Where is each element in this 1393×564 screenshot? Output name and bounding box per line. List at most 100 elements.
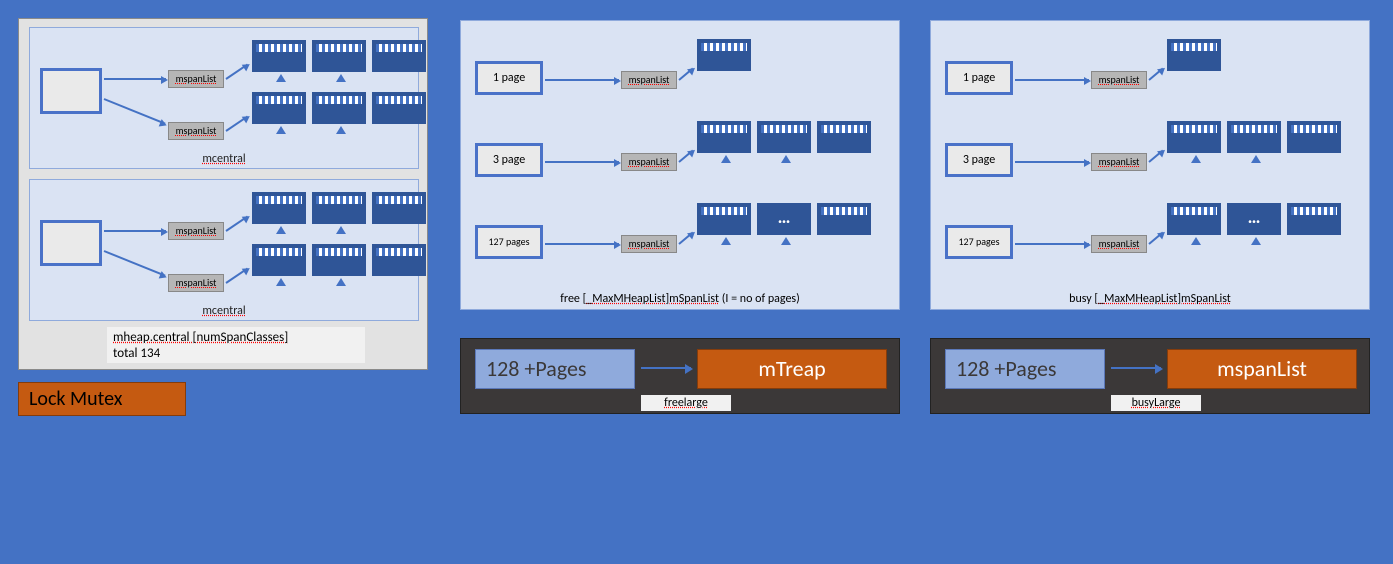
span-row	[252, 92, 426, 124]
footer-note: (I = no of pages)	[719, 292, 800, 306]
page-row-3: 3 page mspanList	[945, 121, 1355, 191]
mspan-block	[697, 39, 751, 71]
span-row: …	[697, 203, 871, 235]
mspan-block	[1287, 121, 1341, 153]
footer-suffix: ]mSpanList	[666, 292, 720, 306]
footer-const: _MaxMHeapList	[586, 292, 665, 306]
footer-const: _MaxMHeapList	[1098, 292, 1177, 306]
page-count-box: 1 page	[945, 61, 1013, 95]
arrow-icon	[225, 268, 248, 284]
arrow-icon	[1148, 68, 1163, 81]
triangle-icon	[336, 74, 346, 82]
mspan-block	[312, 244, 366, 276]
triangle-icon	[721, 155, 731, 163]
mspanlist-chip: mspanList	[168, 70, 224, 88]
arrow-icon	[104, 78, 166, 80]
busy-panel-footer: busy [_MaxMHeapList]mSpanList	[931, 292, 1369, 306]
busylarge-label: busyLarge	[1111, 395, 1201, 411]
free-spanlist-panel: 1 page mspanList 3 page mspanList 127 pa…	[460, 20, 900, 310]
span-row	[697, 121, 871, 153]
triangle-icon	[1251, 155, 1261, 163]
page-count-box: 3 page	[945, 143, 1013, 177]
arrow-icon	[1148, 150, 1163, 163]
mcentral-square	[40, 68, 102, 114]
arrow-icon	[678, 150, 693, 163]
triangle-icon	[721, 237, 731, 245]
busylarge-panel: 128 +Pages mspanList busyLarge	[930, 338, 1370, 414]
mspan-block	[1227, 121, 1281, 153]
mcentral-label: mcentral	[30, 152, 418, 166]
arrow-icon	[678, 232, 693, 245]
triangle-icon	[336, 226, 346, 234]
freelarge-panel: 128 +Pages mTreap freelarge	[460, 338, 900, 414]
mspanlist-chip: mspanList	[168, 222, 224, 240]
span-row: …	[1167, 203, 1341, 235]
mspan-block	[697, 203, 751, 235]
triangle-icon	[276, 74, 286, 82]
mspanlist-chip: mspanList	[168, 122, 224, 140]
mspanlist-chip: mspanList	[621, 71, 677, 89]
triangle-icon	[1191, 237, 1201, 245]
page-row-3: 3 page mspanList	[475, 121, 885, 191]
page-row-1: 1 page mspanList	[945, 39, 1355, 109]
central-caption-line1: mheap.central [numSpanClasses]	[113, 330, 359, 346]
span-row	[1167, 121, 1341, 153]
central-caption: mheap.central [numSpanClasses] total 134	[107, 327, 365, 363]
mspanlist-chip: mspanList	[1091, 71, 1147, 89]
mspan-block	[372, 40, 426, 72]
mspanlist-chip: mspanList	[1091, 153, 1147, 171]
freelarge-label: freelarge	[641, 395, 731, 411]
page-count-box: 127 pages	[475, 225, 543, 259]
mcentral-box-bottom: mspanList mspanList mcentral	[29, 179, 419, 321]
footer-prefix: free [	[560, 292, 586, 306]
span-row	[252, 192, 426, 224]
page-count-box: 127 pages	[945, 225, 1013, 259]
mspan-block	[1167, 203, 1221, 235]
span-row	[697, 39, 751, 71]
mspanlist-box: mspanList	[1167, 349, 1357, 389]
central-caption-line2: total 134	[113, 346, 359, 362]
triangle-icon	[781, 237, 791, 245]
arrow-icon	[545, 161, 619, 163]
triangle-icon	[276, 126, 286, 134]
mspan-block	[1167, 39, 1221, 71]
arrow-icon	[1015, 243, 1089, 245]
lock-mutex-badge: Lock Mutex	[18, 382, 186, 416]
arrow-icon	[1015, 79, 1089, 81]
page-row-127: 127 pages mspanList …	[945, 203, 1355, 273]
arrow-icon	[1111, 367, 1161, 369]
arrow-icon	[104, 98, 166, 125]
page-row-1: 1 page mspanList	[475, 39, 885, 109]
triangle-icon	[276, 278, 286, 286]
arrow-icon	[1015, 161, 1089, 163]
page-count-box: 1 page	[475, 61, 543, 95]
span-row	[252, 40, 426, 72]
mspan-block	[1287, 203, 1341, 235]
mspan-block	[252, 192, 306, 224]
arrow-icon	[225, 216, 248, 232]
large-pages-box: 128 +Pages	[945, 349, 1105, 389]
ellipsis-block: …	[757, 203, 811, 235]
arrow-icon	[545, 243, 619, 245]
footer-suffix: ]mSpanList	[1177, 292, 1231, 306]
arrow-icon	[104, 250, 166, 277]
mheap-central-panel: mspanList mspanList mcentral mspanList m…	[18, 18, 428, 370]
mtreap-box: mTreap	[697, 349, 887, 389]
triangle-icon	[781, 155, 791, 163]
large-pages-box: 128 +Pages	[475, 349, 635, 389]
mspan-block	[252, 40, 306, 72]
arrow-icon	[225, 64, 248, 80]
mspan-block	[252, 92, 306, 124]
triangle-icon	[336, 126, 346, 134]
arrow-icon	[545, 79, 619, 81]
span-row	[252, 244, 426, 276]
mspan-block	[697, 121, 751, 153]
footer-prefix: busy [	[1069, 292, 1098, 306]
mcentral-box-top: mspanList mspanList mcentral	[29, 27, 419, 169]
mcentral-label: mcentral	[30, 304, 418, 318]
ellipsis-block: …	[1227, 203, 1281, 235]
page-count-box: 3 page	[475, 143, 543, 177]
arrow-icon	[1148, 232, 1163, 245]
mspanlist-chip: mspanList	[621, 153, 677, 171]
span-row	[1167, 39, 1221, 71]
